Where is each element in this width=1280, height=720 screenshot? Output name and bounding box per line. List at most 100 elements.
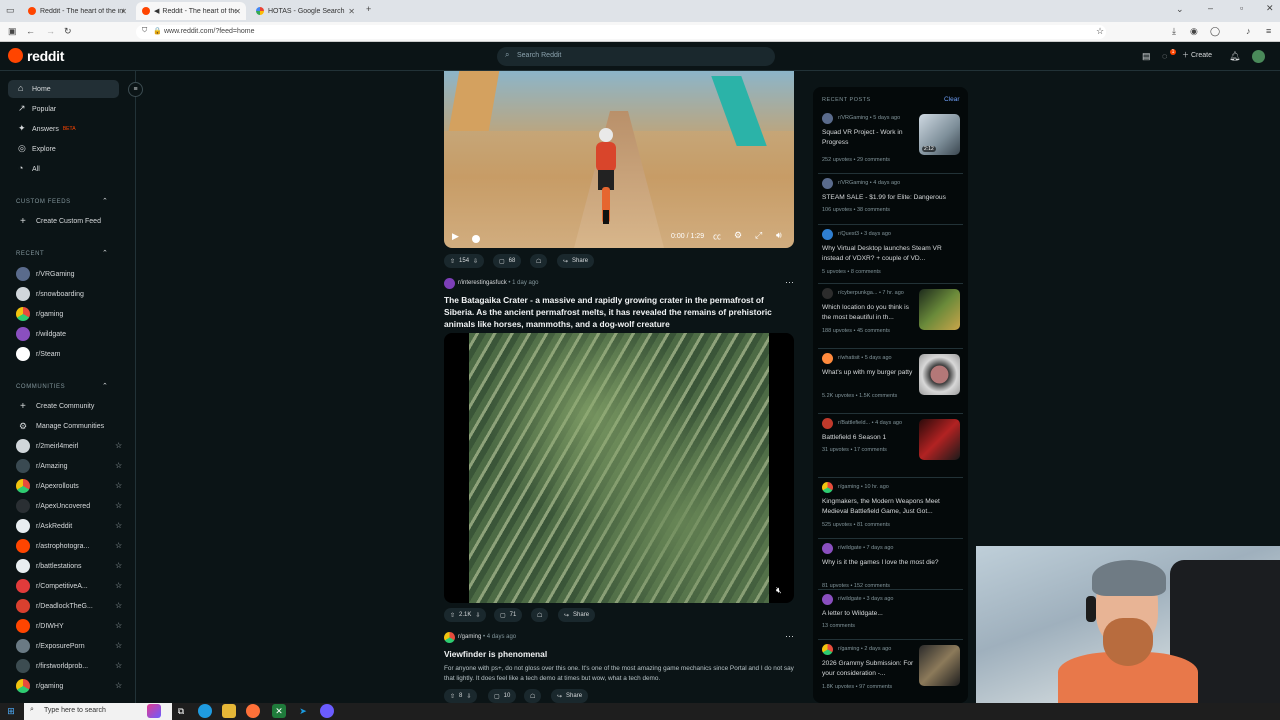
sidebar-community-item[interactable]: r/battlestations ☆ bbox=[16, 558, 122, 574]
sidebar-community-item[interactable]: r/gaming ☆ bbox=[16, 678, 122, 694]
clear-recent-button[interactable]: Clear bbox=[944, 96, 960, 103]
favorite-star-icon[interactable]: ☆ bbox=[115, 661, 122, 670]
subreddit-link[interactable]: r/cyberpunkga... bbox=[838, 290, 877, 296]
favorite-star-icon[interactable]: ☆ bbox=[115, 601, 122, 610]
more-options-icon[interactable]: ⋯ bbox=[785, 277, 794, 288]
share-button[interactable]: ↪ Share bbox=[558, 608, 596, 622]
recent-post-title[interactable]: Kingmakers, the Modern Weapons Meet Medi… bbox=[822, 497, 958, 517]
subreddit-avatar[interactable] bbox=[444, 278, 455, 289]
recent-post-title[interactable]: Battlefield 6 Season 1 bbox=[822, 433, 914, 443]
recent-post-thumbnail[interactable]: 2:12 bbox=[919, 114, 960, 155]
post-title[interactable]: The Batagaika Crater - a massive and rap… bbox=[444, 294, 789, 330]
upvote-icon[interactable]: ⇧ bbox=[450, 258, 455, 265]
nav-popular[interactable]: ↗ Popular bbox=[8, 100, 119, 118]
create-custom-feed-button[interactable]: + Create Custom Feed bbox=[16, 213, 116, 229]
sidebar-icon[interactable]: ▣ bbox=[8, 26, 17, 37]
award-button[interactable]: ☖ bbox=[531, 608, 549, 622]
sidebar-toggle-icon[interactable]: ▭ bbox=[6, 5, 15, 16]
comments-button[interactable]: ▢ 10 bbox=[488, 689, 517, 703]
tab-reddit-2[interactable]: ◀ Reddit - The heart of the in ✕ bbox=[136, 2, 246, 20]
subreddit-link[interactable]: r/interestingasfuck bbox=[458, 280, 507, 286]
chevron-up-icon[interactable]: ⌃ bbox=[102, 382, 108, 390]
favorite-star-icon[interactable]: ☆ bbox=[115, 621, 122, 630]
close-tab-icon[interactable]: ✕ bbox=[234, 7, 241, 16]
task-view-icon[interactable]: ⧉ bbox=[174, 704, 188, 718]
search-highlight-icon[interactable] bbox=[147, 704, 161, 718]
favorite-star-icon[interactable]: ☆ bbox=[115, 581, 122, 590]
file-explorer-icon[interactable] bbox=[222, 704, 236, 718]
windows-start-icon[interactable]: ⊞ bbox=[4, 704, 18, 718]
vote-control[interactable]: ⇧ 2.1K ⇩ bbox=[444, 608, 487, 622]
sidebar-item-steam[interactable]: r/Steam bbox=[16, 346, 116, 362]
settings-gear-icon[interactable]: ⚙ bbox=[734, 230, 742, 241]
window-close-button[interactable]: ✕ bbox=[1266, 3, 1274, 14]
sidebar-community-item[interactable]: r/CompetitiveA... ☆ bbox=[16, 578, 122, 594]
upvote-icon[interactable]: ⇧ bbox=[450, 612, 455, 619]
sidebar-community-item[interactable]: r/Apexrollouts ☆ bbox=[16, 478, 122, 494]
subreddit-link[interactable]: r/gaming bbox=[458, 634, 481, 640]
downloads-icon[interactable]: ⤓ bbox=[1172, 26, 1176, 37]
recent-post-thumbnail[interactable] bbox=[919, 645, 960, 686]
chevron-up-icon[interactable]: ⌃ bbox=[102, 249, 108, 257]
volume-icon[interactable]: 🔊︎ bbox=[776, 230, 782, 241]
favorite-star-icon[interactable]: ☆ bbox=[115, 441, 122, 450]
menu-icon[interactable]: ≡ bbox=[1266, 26, 1271, 36]
sidebar-community-item[interactable]: r/ExposurePorn ☆ bbox=[16, 638, 122, 654]
favorite-star-icon[interactable]: ☆ bbox=[115, 461, 122, 470]
sidebar-community-item[interactable]: r/ApexUncovered ☆ bbox=[16, 498, 122, 514]
advertise-icon[interactable]: ▤ bbox=[1142, 51, 1151, 62]
downvote-icon[interactable]: ⇩ bbox=[475, 612, 480, 619]
favorite-star-icon[interactable]: ☆ bbox=[115, 561, 122, 570]
volume-icon[interactable]: ♪ bbox=[1246, 26, 1251, 36]
sidebar-item-vrgaming[interactable]: r/VRGaming bbox=[16, 266, 116, 282]
downvote-icon[interactable]: ⇩ bbox=[473, 258, 478, 265]
comments-button[interactable]: ▢ 68 bbox=[493, 254, 522, 268]
subreddit-link[interactable]: r/Battlefield... bbox=[838, 420, 870, 426]
downvote-icon[interactable]: ⇩ bbox=[466, 693, 471, 700]
more-options-icon[interactable]: ⋯ bbox=[785, 631, 794, 642]
minimize-icon[interactable]: ⌄ bbox=[1176, 4, 1184, 15]
collapse-sidebar-button[interactable]: ≡ bbox=[128, 82, 143, 97]
window-minimize-button[interactable]: – bbox=[1208, 3, 1213, 13]
recent-post-title[interactable]: Squad VR Project - Work in Progress bbox=[822, 128, 914, 148]
chat-icon[interactable]: ◌ bbox=[1162, 51, 1167, 61]
nav-answers[interactable]: ✦ Answers BETA bbox=[8, 120, 119, 138]
subreddit-link[interactable]: r/whatisit bbox=[838, 355, 860, 361]
favorite-star-icon[interactable]: ☆ bbox=[115, 641, 122, 650]
post-title[interactable]: Viewfinder is phenomenal bbox=[444, 648, 789, 660]
sidebar-community-item[interactable]: r/firstworldprob... ☆ bbox=[16, 658, 122, 674]
favorite-star-icon[interactable]: ☆ bbox=[115, 481, 122, 490]
share-button[interactable]: ↪ Share bbox=[551, 689, 589, 703]
sidebar-community-item[interactable]: r/DeadlockTheG... ☆ bbox=[16, 598, 122, 614]
subreddit-link[interactable]: r/gaming bbox=[838, 646, 859, 652]
chevron-up-icon[interactable]: ⌃ bbox=[102, 197, 108, 205]
tab-reddit-1[interactable]: Reddit - The heart of the interne ✕ bbox=[22, 2, 132, 20]
recent-post-title[interactable]: Why is it the games I love the most die? bbox=[822, 558, 958, 568]
reddit-wordmark[interactable]: reddit bbox=[27, 48, 64, 64]
subreddit-link[interactable]: r/Quest3 bbox=[838, 231, 859, 237]
sidebar-community-item[interactable]: r/2meirl4meirl ☆ bbox=[16, 438, 122, 454]
share-button[interactable]: ↪ Share bbox=[557, 254, 595, 268]
sidebar-community-item[interactable]: r/astrophotogra... ☆ bbox=[16, 538, 122, 554]
firefox-icon[interactable] bbox=[246, 704, 260, 718]
notifications-icon[interactable]: 🔔︎ bbox=[1229, 51, 1240, 62]
search-input[interactable]: Search Reddit bbox=[497, 47, 775, 66]
favorite-star-icon[interactable]: ☆ bbox=[115, 521, 122, 530]
sidebar-item-snowboarding[interactable]: r/snowboarding bbox=[16, 286, 116, 302]
sidebar-community-item[interactable]: r/AskReddit ☆ bbox=[16, 518, 122, 534]
recent-post-title[interactable]: What's up with my burger patty bbox=[822, 368, 914, 378]
mute-icon[interactable]: 🔇︎ bbox=[776, 585, 782, 596]
url-field[interactable]: ⛉ 🔒 www.reddit.com/?feed=home bbox=[136, 25, 1106, 39]
nav-home[interactable]: ⌂ Home bbox=[8, 80, 119, 98]
favorite-star-icon[interactable]: ☆ bbox=[115, 681, 122, 690]
favorite-star-icon[interactable]: ☆ bbox=[115, 541, 122, 550]
back-icon[interactable]: ← bbox=[26, 26, 35, 36]
edge-icon[interactable] bbox=[198, 704, 212, 718]
sidebar-item-gaming[interactable]: r/gaming bbox=[16, 306, 116, 322]
fullscreen-icon[interactable]: ⤢ bbox=[755, 230, 762, 241]
close-tab-icon[interactable]: ✕ bbox=[120, 7, 127, 16]
award-button[interactable]: ☖ bbox=[530, 254, 548, 268]
subreddit-link[interactable]: r/VRGaming bbox=[838, 180, 868, 186]
recent-post-title[interactable]: 2026 Grammy Submission: For your conside… bbox=[822, 659, 914, 679]
extension-icon[interactable]: ◉ bbox=[1190, 26, 1198, 37]
